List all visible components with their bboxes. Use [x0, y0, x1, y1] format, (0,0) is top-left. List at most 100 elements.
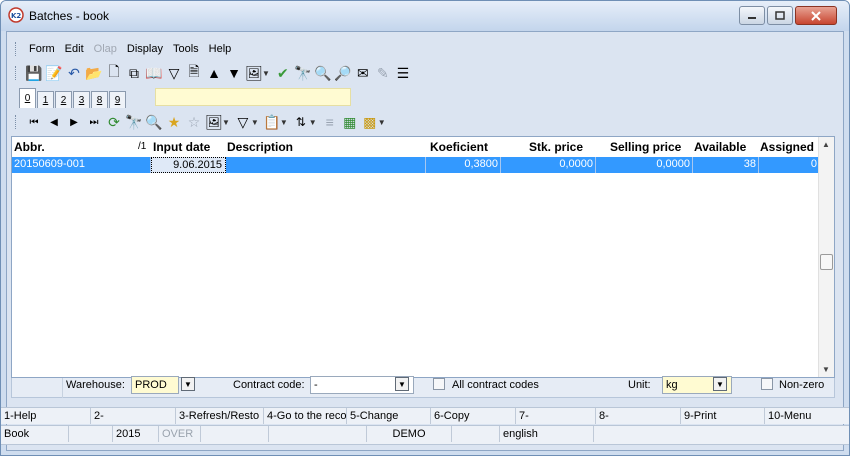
tab-9[interactable]: 9	[109, 91, 126, 108]
warehouse-dropdown-icon[interactable]: ▼	[181, 377, 195, 391]
first-record-icon[interactable]: ⏮	[24, 112, 44, 132]
menu-form[interactable]: Form	[24, 43, 60, 55]
column-abbr[interactable]: Abbr.	[14, 140, 45, 154]
menu-lines-icon[interactable]: ☰	[393, 63, 413, 83]
column-divider	[500, 157, 501, 173]
maximize-button[interactable]	[767, 6, 793, 25]
scroll-up-icon[interactable]: ▲	[822, 140, 830, 149]
save-icon[interactable]: 💾	[24, 63, 44, 83]
column-divider	[692, 157, 693, 173]
close-icon	[811, 10, 821, 21]
tab-2[interactable]: 2	[55, 91, 72, 108]
column-assigned[interactable]: Assigned	[760, 140, 814, 154]
warehouse-field[interactable]: PROD	[131, 376, 179, 394]
non-zero-checkbox[interactable]	[761, 378, 773, 390]
picture-icon[interactable]: 🖼	[244, 63, 264, 83]
fkey-10[interactable]: 10-Menu	[765, 408, 849, 424]
arrow-up-icon[interactable]: ▲	[204, 63, 224, 83]
scroll-down-icon[interactable]: ▼	[822, 365, 830, 374]
cell-input-date-focused[interactable]: 9.06.2015	[151, 157, 226, 173]
menu-tools[interactable]: Tools	[168, 43, 204, 55]
column-divider	[595, 157, 596, 173]
filter-funnel-icon[interactable]: ▽	[233, 112, 253, 132]
last-record-icon[interactable]: ⏭	[84, 112, 104, 132]
fkey-4[interactable]: 4-Go to the reco	[264, 408, 347, 424]
open-folder-icon[interactable]: 📂	[84, 63, 104, 83]
status-language: english	[500, 426, 594, 442]
copy-icon[interactable]: ⧉	[124, 63, 144, 83]
column-divider	[758, 157, 759, 173]
unit-dropdown-icon[interactable]: ▼	[713, 377, 727, 391]
tab-3[interactable]: 3	[73, 91, 90, 108]
refresh-icon[interactable]: ⟳	[104, 112, 124, 132]
contract-code-dropdown-icon[interactable]: ▼	[395, 377, 409, 391]
column-input-date[interactable]: Input date	[153, 140, 210, 154]
column-description[interactable]: Description	[227, 140, 293, 154]
tab-1[interactable]: 1	[37, 91, 54, 108]
mail-icon[interactable]: ✉	[353, 63, 373, 83]
picture-dropdown-icon[interactable]: ▼	[262, 69, 270, 78]
clipboard-icon[interactable]: 📋	[262, 112, 282, 132]
cell-assigned: 0	[810, 158, 817, 170]
app-window: K2 Batches - book Form Edit Olap Display…	[0, 0, 850, 456]
menu-help[interactable]: Help	[204, 43, 237, 55]
columns-icon[interactable]: ▩	[360, 112, 380, 132]
column-koeficient[interactable]: Koeficient	[430, 140, 488, 154]
scroll-thumb[interactable]	[820, 254, 833, 270]
maximize-icon	[775, 11, 785, 20]
image-icon[interactable]: 🖼	[204, 112, 224, 132]
binoculars-icon[interactable]: 🔭	[293, 63, 313, 83]
column-selling-price[interactable]: Selling price	[610, 140, 681, 154]
next-record-icon[interactable]: ▶	[64, 112, 84, 132]
fkey-6[interactable]: 6-Copy	[431, 408, 516, 424]
columns-dropdown-icon[interactable]: ▼	[378, 118, 386, 127]
status-empty-5	[594, 426, 849, 442]
menu-olap: Olap	[93, 43, 117, 55]
fkey-3[interactable]: 3-Refresh/Resto	[176, 408, 264, 424]
find-replace-icon[interactable]: 🔎	[333, 63, 353, 83]
all-contract-codes-checkbox[interactable]	[433, 378, 445, 390]
contract-code-label: Contract code:	[233, 379, 305, 391]
excel-icon[interactable]: ▦	[340, 112, 360, 132]
status-bar: Book 2015 OVER DEMO english	[1, 425, 849, 445]
search-binoculars-icon[interactable]: 🔭	[124, 112, 144, 132]
tab-0[interactable]: 0	[19, 88, 36, 108]
arrow-down-icon[interactable]: ▼	[224, 63, 244, 83]
menu-edit[interactable]: Edit	[60, 43, 89, 55]
minimize-button[interactable]	[739, 6, 765, 25]
column-stk-price[interactable]: Stk. price	[529, 140, 583, 154]
previous-record-icon[interactable]: ◀	[44, 112, 64, 132]
nav-toolbar-grip	[15, 115, 18, 129]
image-dropdown-icon[interactable]: ▼	[222, 118, 230, 127]
favorite-add-icon[interactable]: ★	[164, 112, 184, 132]
save-as-icon[interactable]: 📝	[44, 63, 64, 83]
new-document-icon[interactable]: 🗋	[104, 63, 124, 83]
checkmark-icon[interactable]: ✔	[273, 63, 293, 83]
fkey-2[interactable]: 2-	[91, 408, 176, 424]
column-available[interactable]: Available	[694, 140, 746, 154]
quick-search-field[interactable]	[155, 88, 351, 106]
undo-icon[interactable]: ↶	[64, 63, 84, 83]
fkey-8[interactable]: 8-	[596, 408, 681, 424]
menu-display[interactable]: Display	[122, 43, 168, 55]
vertical-scrollbar[interactable]: ▲ ▼	[818, 137, 834, 377]
tab-8[interactable]: 8	[91, 91, 108, 108]
filter-icon[interactable]: ▽	[164, 63, 184, 83]
fkey-9[interactable]: 9-Print	[681, 408, 765, 424]
fkey-1[interactable]: 1-Help	[1, 408, 91, 424]
filter-dropdown-icon[interactable]: ▼	[251, 118, 259, 127]
fkey-5[interactable]: 5-Change	[347, 408, 431, 424]
filter-row: Warehouse: PROD ▼ Contract code: - ▼ All…	[7, 374, 843, 396]
clipboard-dropdown-icon[interactable]: ▼	[280, 118, 288, 127]
book-icon[interactable]: 📖	[144, 63, 164, 83]
sort-az-icon[interactable]: ⇅	[291, 112, 311, 132]
filter-document-icon[interactable]: 🗎	[184, 63, 204, 83]
close-button[interactable]	[795, 6, 837, 25]
toolbar-grip	[15, 66, 18, 80]
sort-dropdown-icon[interactable]: ▼	[309, 118, 317, 127]
svg-text:K2: K2	[11, 12, 21, 20]
fkey-7[interactable]: 7-	[516, 408, 596, 424]
find-next-icon[interactable]: 🔍	[313, 63, 333, 83]
cell-available: 38	[743, 158, 756, 170]
table-row[interactable]: 20150609-001 9.06.2015 0,3800 0,0000 0,0…	[12, 157, 820, 173]
